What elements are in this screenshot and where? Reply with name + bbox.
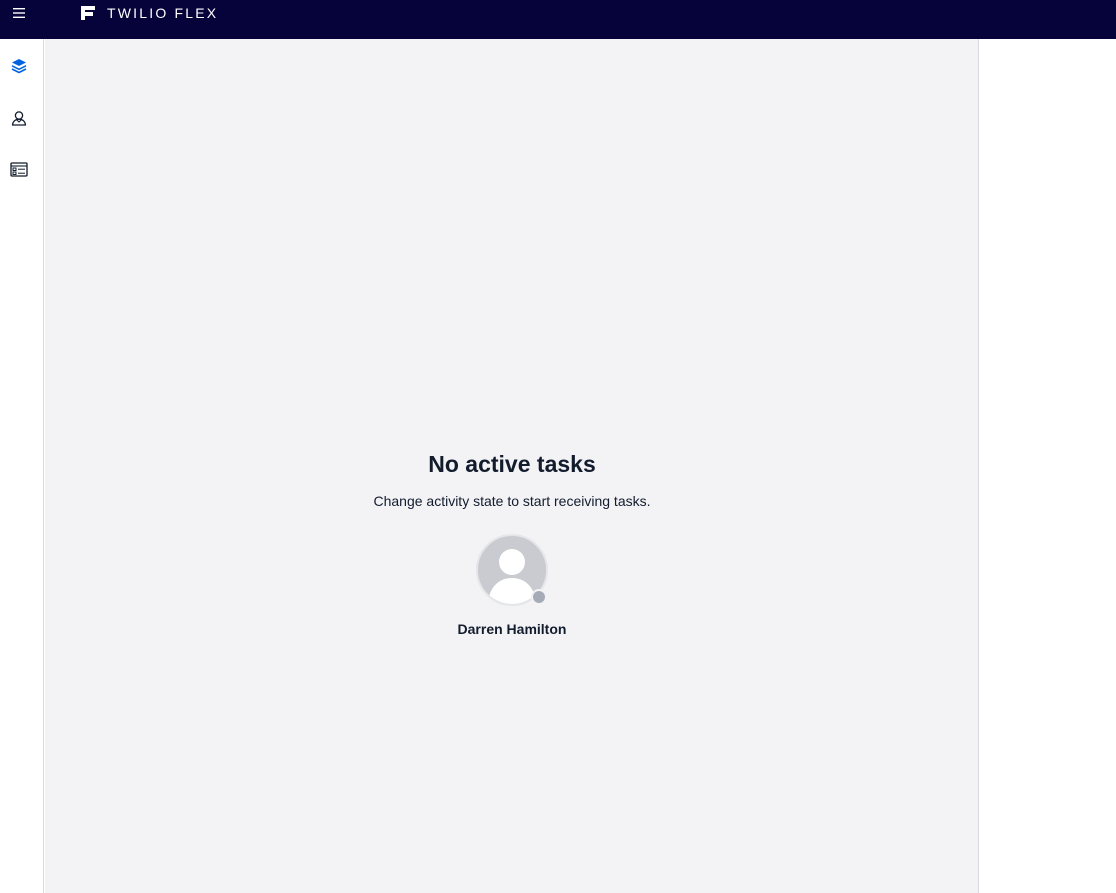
no-tasks-empty-state: No active tasks Change activity state to… bbox=[45, 449, 979, 638]
task-list-panel: No active tasks Change activity state to… bbox=[45, 39, 979, 893]
top-header: TWILIO FLEX bbox=[0, 0, 1116, 39]
nav-item-teams[interactable] bbox=[6, 105, 32, 131]
layers-icon bbox=[11, 59, 27, 74]
brand-name: TWILIO FLEX bbox=[107, 5, 219, 21]
flex-logo-icon bbox=[81, 6, 95, 20]
nav-item-tasks[interactable] bbox=[6, 53, 32, 79]
agent-avatar-container bbox=[476, 534, 548, 606]
nav-item-queues[interactable] bbox=[6, 157, 32, 183]
hamburger-icon bbox=[13, 8, 25, 18]
empty-state-subtitle: Change activity state to start receiving… bbox=[373, 493, 651, 509]
details-panel bbox=[980, 39, 1116, 893]
empty-state-title: No active tasks bbox=[428, 451, 596, 477]
activity-status-indicator bbox=[531, 589, 547, 605]
agent-icon bbox=[11, 111, 27, 126]
main-menu-button[interactable] bbox=[10, 4, 28, 22]
queue-dashboard-icon bbox=[10, 162, 28, 177]
side-navigation bbox=[0, 39, 44, 893]
brand-logo: TWILIO FLEX bbox=[80, 4, 218, 22]
agent-name: Darren Hamilton bbox=[457, 621, 567, 637]
